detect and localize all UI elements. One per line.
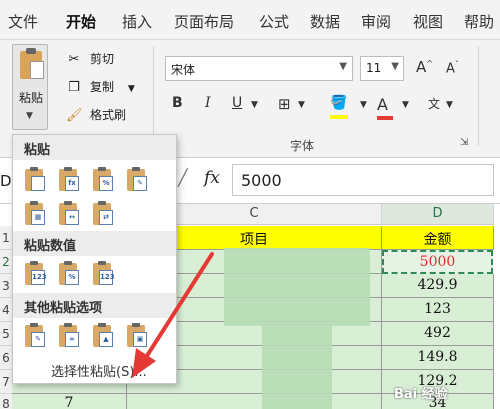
annotation-arrow: [132, 252, 214, 378]
excel-window: 文件 开始 插入 页面布局 公式 数据 审阅 视图 帮助 粘贴 ▼ ✂ 剪切 ❐ 复…: [0, 0, 500, 409]
watermark-logo: Bai 经验: [394, 387, 448, 402]
